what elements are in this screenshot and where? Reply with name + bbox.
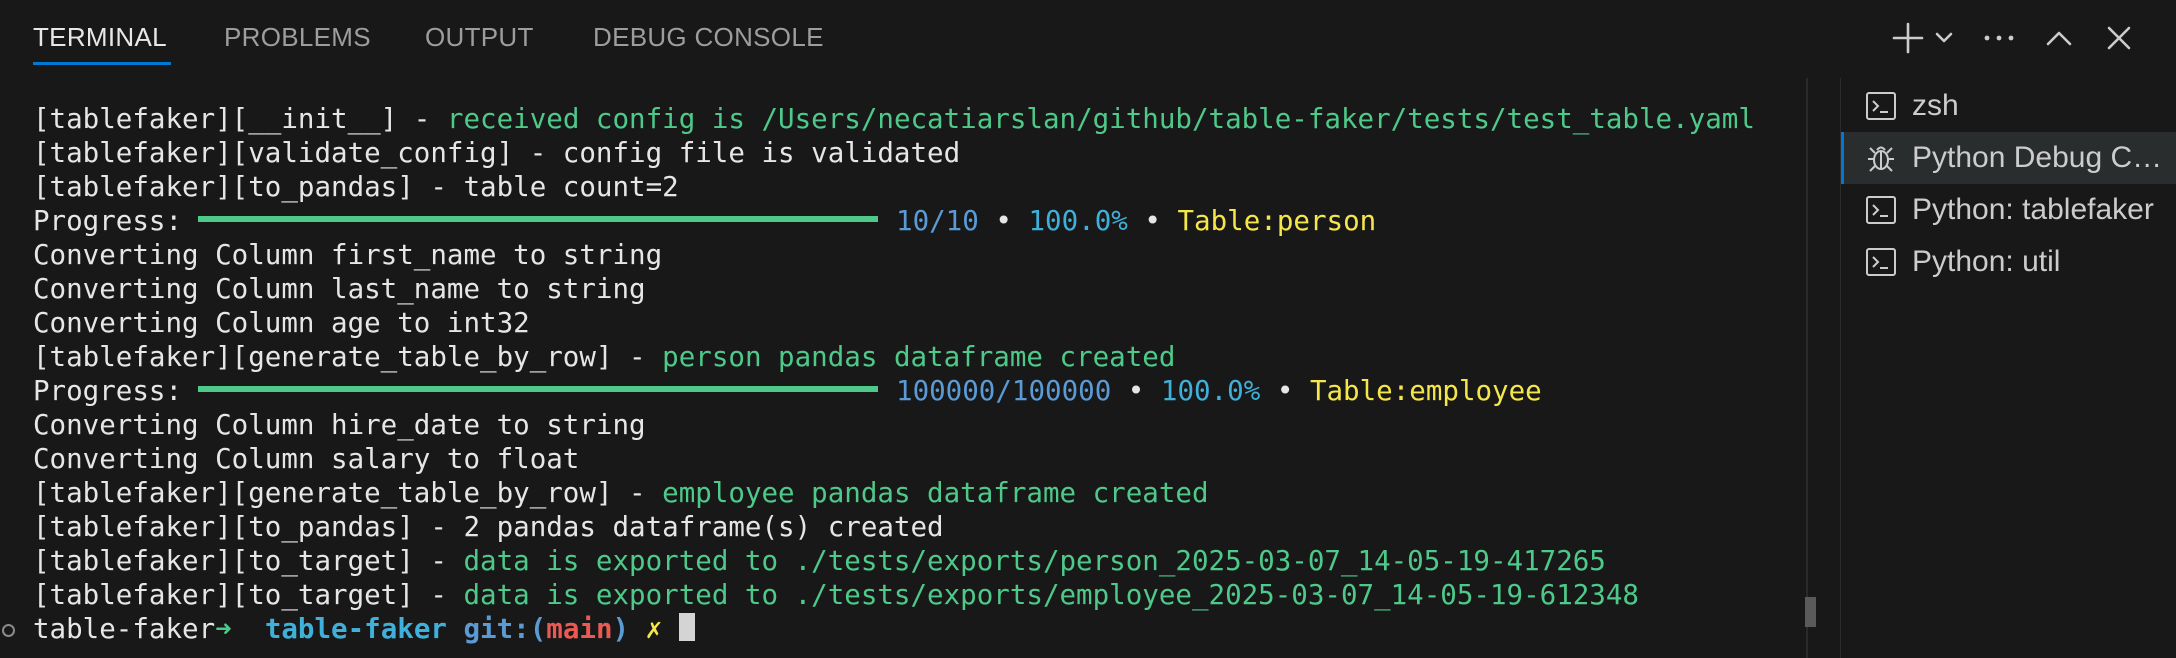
log-message: person pandas dataframe created [662, 341, 1176, 373]
plus-icon [1892, 22, 1924, 54]
log-message: received config is /Users/necatiarslan/g… [446, 103, 1755, 135]
active-tab-indicator [33, 62, 171, 65]
prompt-arrow: ➜ [215, 613, 249, 645]
tab-debug-console[interactable]: DEBUG CONSOLE [593, 22, 824, 56]
terminal-scrollbar-thumb[interactable] [1805, 597, 1816, 627]
terminal-line: [tablefaker][__init__] - received config… [33, 102, 1755, 136]
progress-bar [198, 386, 879, 392]
terminal-tab-label: zsh [1912, 89, 1959, 122]
terminal-line: Converting Column hire_date to string [33, 409, 646, 441]
log-prefix: [tablefaker][__init__] - [33, 103, 447, 135]
log-prefix: [tablefaker][generate_table_by_row] - [33, 341, 663, 373]
maximize-panel-button[interactable] [2037, 16, 2081, 60]
prompt-git-label: git:( [463, 613, 547, 645]
separator: • [1127, 205, 1178, 237]
terminal-line: [tablefaker][to_target] - data is export… [33, 544, 1606, 578]
terminal-line: [tablefaker][to_target] - data is export… [33, 578, 1639, 612]
terminal-tab-label: Python Debug Console [1912, 141, 2166, 174]
progress-count: 100000/100000 [896, 375, 1112, 407]
close-panel-button[interactable] [2097, 16, 2141, 60]
terminal-tab-label: Python: tablefaker [1912, 193, 2154, 226]
progress-label: Progress: [33, 205, 183, 237]
log-prefix: [tablefaker][to_target] - [33, 579, 464, 611]
terminal-icon [1866, 92, 1896, 120]
progress-bar [198, 216, 879, 222]
active-terminal-indicator [1841, 132, 1844, 184]
terminal-tab-python-tablefaker[interactable]: Python: tablefaker [1841, 184, 2176, 236]
separator: • [1111, 375, 1161, 407]
prompt-dirty-marker: ✗ [645, 613, 663, 645]
terminal-line: Converting Column first_name to string [33, 239, 663, 271]
log-prefix: [tablefaker][to_target] - [33, 545, 464, 577]
log-message: data is exported to ./tests/exports/empl… [463, 579, 1639, 611]
terminal-line: [tablefaker][generate_table_by_row] - pe… [33, 340, 1175, 374]
tab-problems[interactable]: PROBLEMS [224, 22, 371, 56]
separator: • [1260, 375, 1310, 407]
terminal-tab-zsh[interactable]: zsh [1841, 80, 2176, 132]
terminal-line: Converting Column last_name to string [33, 273, 646, 305]
chevron-up-icon [2046, 31, 2072, 46]
debug-icon [1868, 146, 1894, 172]
chevron-down-icon [1935, 32, 1953, 43]
text-cursor [678, 613, 695, 641]
panel-tab-bar: TERMINAL PROBLEMS OUTPUT DEBUG CONSOLE [0, 0, 2176, 78]
ellipsis-icon [1984, 35, 2014, 41]
progress-count: 10/10 [896, 205, 979, 237]
tab-terminal[interactable]: TERMINAL [33, 22, 167, 56]
command-decoration-icon[interactable] [2, 624, 15, 637]
terminal-tab-label: Python: util [1912, 245, 2061, 278]
terminal-profiles-dropdown[interactable] [1926, 16, 1962, 60]
terminal-line: [tablefaker][to_pandas] - 2 pandas dataf… [33, 511, 944, 543]
more-actions-button[interactable] [1977, 16, 2021, 60]
shell-prompt[interactable]: table-faker➜ table-faker git:(main) ✗ [33, 612, 695, 646]
terminal-icon [1866, 248, 1896, 276]
terminal-line: [tablefaker][to_pandas] - table count=2 [33, 171, 679, 203]
prompt-git-label-close: ) [612, 613, 630, 645]
new-terminal-button[interactable] [1886, 16, 1930, 60]
terminal-line: Converting Column age to int32 [33, 307, 530, 339]
log-prefix: [tablefaker][generate_table_by_row] - [33, 477, 663, 509]
progress-label: Progress: [33, 375, 183, 407]
progress-percent: 100.0% [1028, 205, 1128, 237]
terminal-icon [1866, 196, 1896, 224]
progress-line-employee: Progress: 100000/100000 • 100.0% • Table:… [33, 374, 1542, 408]
progress-percent: 100.0% [1160, 375, 1261, 407]
progress-line-person: Progress: 10/10 • 100.0% • Table:person [33, 204, 1376, 238]
progress-table-name: Table:person [1177, 205, 1377, 237]
terminal-tab-python-util[interactable]: Python: util [1841, 236, 2176, 288]
prompt-host: table-faker [33, 613, 216, 645]
prompt-directory: table-faker [264, 613, 447, 645]
log-message: data is exported to ./tests/exports/pers… [463, 545, 1606, 577]
terminal-line: [tablefaker][generate_table_by_row] - em… [33, 476, 1209, 510]
terminal-line: [tablefaker][validate_config] - config f… [33, 137, 961, 169]
prompt-git-branch: main [546, 613, 613, 645]
terminal-line: Converting Column salary to float [33, 443, 580, 475]
log-message: employee pandas dataframe created [662, 477, 1209, 509]
separator: • [978, 205, 1029, 237]
progress-table-name: Table:employee [1309, 375, 1542, 407]
terminal-output[interactable]: [tablefaker][__init__] - received config… [0, 88, 1808, 658]
tab-output[interactable]: OUTPUT [425, 22, 534, 56]
terminal-scrollbar-track[interactable] [1806, 78, 1808, 658]
terminal-tabs-list: zsh Python Debug Console Python: tablefa… [1840, 78, 2176, 658]
close-icon [2107, 26, 2131, 50]
terminal-tab-python-debug-console[interactable]: Python Debug Console [1841, 132, 2176, 184]
